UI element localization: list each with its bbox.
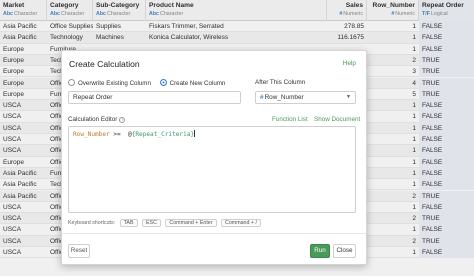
after-column-value: Row_Number	[264, 94, 304, 101]
show-document-link[interactable]: Show Document	[314, 116, 360, 123]
help-link[interactable]: Help	[343, 60, 356, 67]
create-new-radio[interactable]	[159, 79, 167, 86]
column-mode-options: Overwrite Existing Column Create New Col…	[68, 79, 232, 87]
create-new-label[interactable]: Create New Column	[170, 80, 226, 87]
shortcut-key-esc: ESC	[142, 219, 161, 227]
numeric-type-icon: #	[260, 94, 264, 101]
after-column-label: After This Column	[255, 79, 306, 86]
run-button[interactable]: Run	[310, 244, 330, 258]
info-icon[interactable]: ?	[119, 117, 126, 123]
calculation-editor-label: Calculation Editor?	[68, 116, 126, 123]
overwrite-label[interactable]: Overwrite Existing Column	[78, 80, 151, 87]
expression-column-token: Row_Number	[73, 131, 110, 138]
after-column-select[interactable]: #Row_Number ▼	[255, 91, 356, 104]
calculation-editor[interactable]: Row_Number >= @{Repeat_Criteria}	[68, 126, 356, 213]
text-cursor	[194, 130, 196, 137]
keyboard-shortcuts: Keyboard shortcuts: TAB ESC Command + En…	[68, 219, 261, 227]
shortcut-key-comment: Command + /	[221, 219, 261, 227]
expression-operator-token: >=	[113, 131, 121, 138]
close-button[interactable]: Close	[333, 244, 356, 258]
create-calculation-dialog: Create Calculation Help Overwrite Existi…	[61, 50, 367, 265]
shortcuts-label: Keyboard shortcuts:	[68, 220, 116, 226]
expression-parameter-token: {Repeat_Criteria}	[131, 131, 195, 138]
dialog-title: Create Calculation	[69, 59, 140, 69]
shortcut-key-run: Command + Enter	[165, 219, 217, 227]
footer-divider	[62, 233, 366, 234]
reset-button[interactable]: Reset	[68, 244, 90, 258]
overwrite-radio[interactable]	[68, 79, 75, 86]
new-column-name-input[interactable]: Repeat Order	[68, 91, 241, 104]
function-list-link[interactable]: Function List	[272, 116, 308, 123]
shortcut-key-tab: TAB	[119, 219, 138, 227]
caret-down-icon: ▼	[346, 94, 351, 100]
